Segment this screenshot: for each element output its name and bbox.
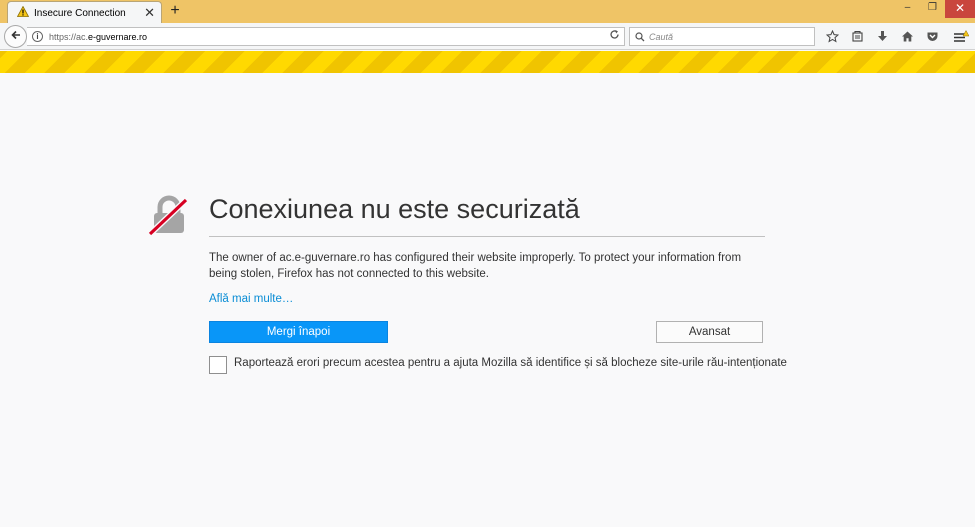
toolbar-icons <box>820 27 945 46</box>
info-icon[interactable]: i <box>32 31 43 42</box>
report-errors-checkbox[interactable] <box>209 356 227 374</box>
broken-lock-icon <box>147 194 190 237</box>
minimize-button[interactable]: – <box>895 0 920 18</box>
restore-button[interactable]: ❐ <box>920 0 945 18</box>
title-divider <box>209 236 765 237</box>
url-text[interactable]: https://ac.e-guvernare.ro <box>49 32 147 42</box>
new-tab-button[interactable]: + <box>166 2 184 20</box>
search-bar[interactable]: Caută <box>629 27 815 46</box>
insecure-warning-stripe <box>0 51 975 73</box>
error-description: The owner of ac.e-guvernare.ro has confi… <box>209 252 742 280</box>
tab-insecure-connection[interactable]: Insecure Connection ✕ <box>7 1 162 24</box>
report-errors-label[interactable]: Raportează erori precum acestea pentru a… <box>234 357 787 369</box>
home-icon[interactable] <box>895 27 920 46</box>
learn-more-link[interactable]: Află mai multe… <box>209 293 293 305</box>
search-icon <box>635 31 645 42</box>
reload-icon[interactable] <box>609 29 620 43</box>
tab-close-icon[interactable]: ✕ <box>144 6 155 19</box>
pocket-icon[interactable] <box>920 27 945 46</box>
arrow-left-icon <box>10 28 22 46</box>
warning-icon <box>16 4 30 22</box>
page-title: Conexiunea nu este securizată <box>209 194 580 224</box>
title-bar: Insecure Connection ✕ + – ❐ ✕ <box>0 0 975 24</box>
close-window-button[interactable]: ✕ <box>945 0 975 18</box>
url-bar[interactable]: i https://ac.e-guvernare.ro <box>27 27 625 46</box>
go-back-button[interactable]: Mergi înapoi <box>209 321 388 343</box>
downloads-icon[interactable] <box>870 27 895 46</box>
bookmark-star-icon[interactable] <box>820 27 845 46</box>
navigation-bar: i https://ac.e-guvernare.ro Caută <box>0 23 975 50</box>
back-button[interactable] <box>4 25 27 48</box>
search-placeholder: Caută <box>649 31 674 42</box>
tab-title: Insecure Connection <box>34 7 126 19</box>
menu-button[interactable] <box>950 27 972 46</box>
advanced-button[interactable]: Avansat <box>656 321 763 343</box>
bookmarks-menu-icon[interactable] <box>845 27 870 46</box>
window-controls: – ❐ ✕ <box>895 0 975 20</box>
hamburger-menu-icon <box>953 29 969 44</box>
